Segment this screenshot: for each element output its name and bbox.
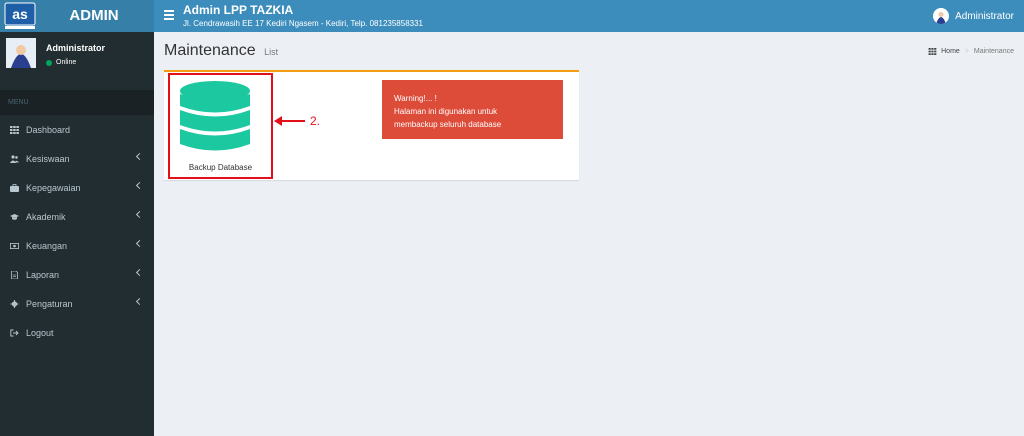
logo[interactable]: as ADMIN xyxy=(0,0,154,32)
user-menu[interactable]: Administrator xyxy=(933,8,1014,24)
money-icon xyxy=(10,242,19,249)
page-subtitle: List xyxy=(264,47,279,57)
sidebar-item-kesiswaan[interactable]: Kesiswaan xyxy=(0,144,154,173)
user-panel-name: Administrator xyxy=(46,43,106,53)
avatar xyxy=(6,38,36,68)
online-status-icon xyxy=(46,59,52,66)
sidebar-item-label: Pengaturan xyxy=(26,298,73,309)
alert-line-1: Halaman ini digunakan untuk xyxy=(394,107,498,116)
sidebar-item-kepegawaian[interactable]: Kepegawaian xyxy=(0,173,154,202)
backup-database-label: Backup Database xyxy=(188,163,253,172)
brand-title: Admin LPP TAZKIA xyxy=(183,3,294,17)
graduation-cap-icon xyxy=(10,213,19,220)
sidebar-item-label: Kesiswaan xyxy=(26,153,70,164)
sidebar-item-akademik[interactable]: Akademik xyxy=(0,202,154,231)
sidebar-item-dashboard[interactable]: Dashboard xyxy=(0,115,154,144)
top-navbar: Admin LPP TAZKIA Jl. Cendrawasih EE 17 K… xyxy=(154,0,1024,32)
breadcrumb: Home > Maintenance xyxy=(928,48,1014,55)
arrow-left-icon xyxy=(274,116,305,126)
sign-out-icon xyxy=(10,329,19,336)
sidebar-item-label: Logout xyxy=(26,327,54,338)
sidebar-item-pengaturan[interactable]: Pengaturan xyxy=(0,289,154,318)
menu-header: MENU xyxy=(0,90,154,115)
status-text: Online xyxy=(56,59,77,66)
chevron-left-icon xyxy=(135,181,144,190)
step-number: 2. xyxy=(310,114,321,128)
dashboard-icon xyxy=(928,48,937,55)
chevron-left-icon xyxy=(135,297,144,306)
sidebar-item-label: Keuangan xyxy=(26,240,68,251)
user-menu-name: Administrator xyxy=(955,10,1014,22)
content-header: Maintenance List xyxy=(164,42,278,60)
database-icon xyxy=(180,81,250,151)
sidebar-item-label: Dashboard xyxy=(26,124,71,135)
breadcrumb-home[interactable]: Home xyxy=(941,48,960,55)
briefcase-icon xyxy=(10,183,19,192)
dashboard-icon xyxy=(10,125,19,134)
sidebar-item-label: Laporan xyxy=(26,269,60,280)
sidebar-item-logout[interactable]: Logout xyxy=(0,318,154,347)
user-status: Online xyxy=(46,59,76,66)
logo-text: ADMIN xyxy=(69,7,119,24)
alert-line-2: membackup seluruh database xyxy=(394,120,502,129)
chevron-left-icon xyxy=(135,152,144,161)
chevron-left-icon xyxy=(135,239,144,248)
file-icon xyxy=(11,270,18,279)
sidebar-item-label: Kepegawaian xyxy=(26,182,81,193)
page-title: Maintenance xyxy=(164,42,256,59)
menu-toggle-icon[interactable] xyxy=(164,10,174,22)
chevron-left-icon xyxy=(135,210,144,219)
chevron-left-icon xyxy=(135,268,144,277)
breadcrumb-separator: > xyxy=(964,48,969,55)
avatar xyxy=(933,8,950,24)
warning-alert: Warning!... ! Halaman ini digunakan untu… xyxy=(382,80,563,139)
brand-address: Jl. Cendrawasih EE 17 Kediri Ngasem - Ke… xyxy=(183,19,423,28)
users-icon xyxy=(10,154,19,163)
sidebar-menu: Dashboard Kesiswaan Kepegawaian Akademik… xyxy=(0,115,154,347)
sidebar-item-label: Akademik xyxy=(26,211,66,222)
sidebar-item-keuangan[interactable]: Keuangan xyxy=(0,231,154,260)
user-panel: Administrator Online xyxy=(0,32,154,90)
sidebar: Administrator Online MENU Dashboard Kesi… xyxy=(0,32,154,436)
alert-title: Warning!... ! xyxy=(394,94,437,103)
backup-database-button[interactable]: Backup Database xyxy=(168,73,273,179)
sidebar-item-laporan[interactable]: Laporan xyxy=(0,260,154,289)
breadcrumb-current: Maintenance xyxy=(973,48,1014,55)
gear-icon xyxy=(10,299,19,308)
